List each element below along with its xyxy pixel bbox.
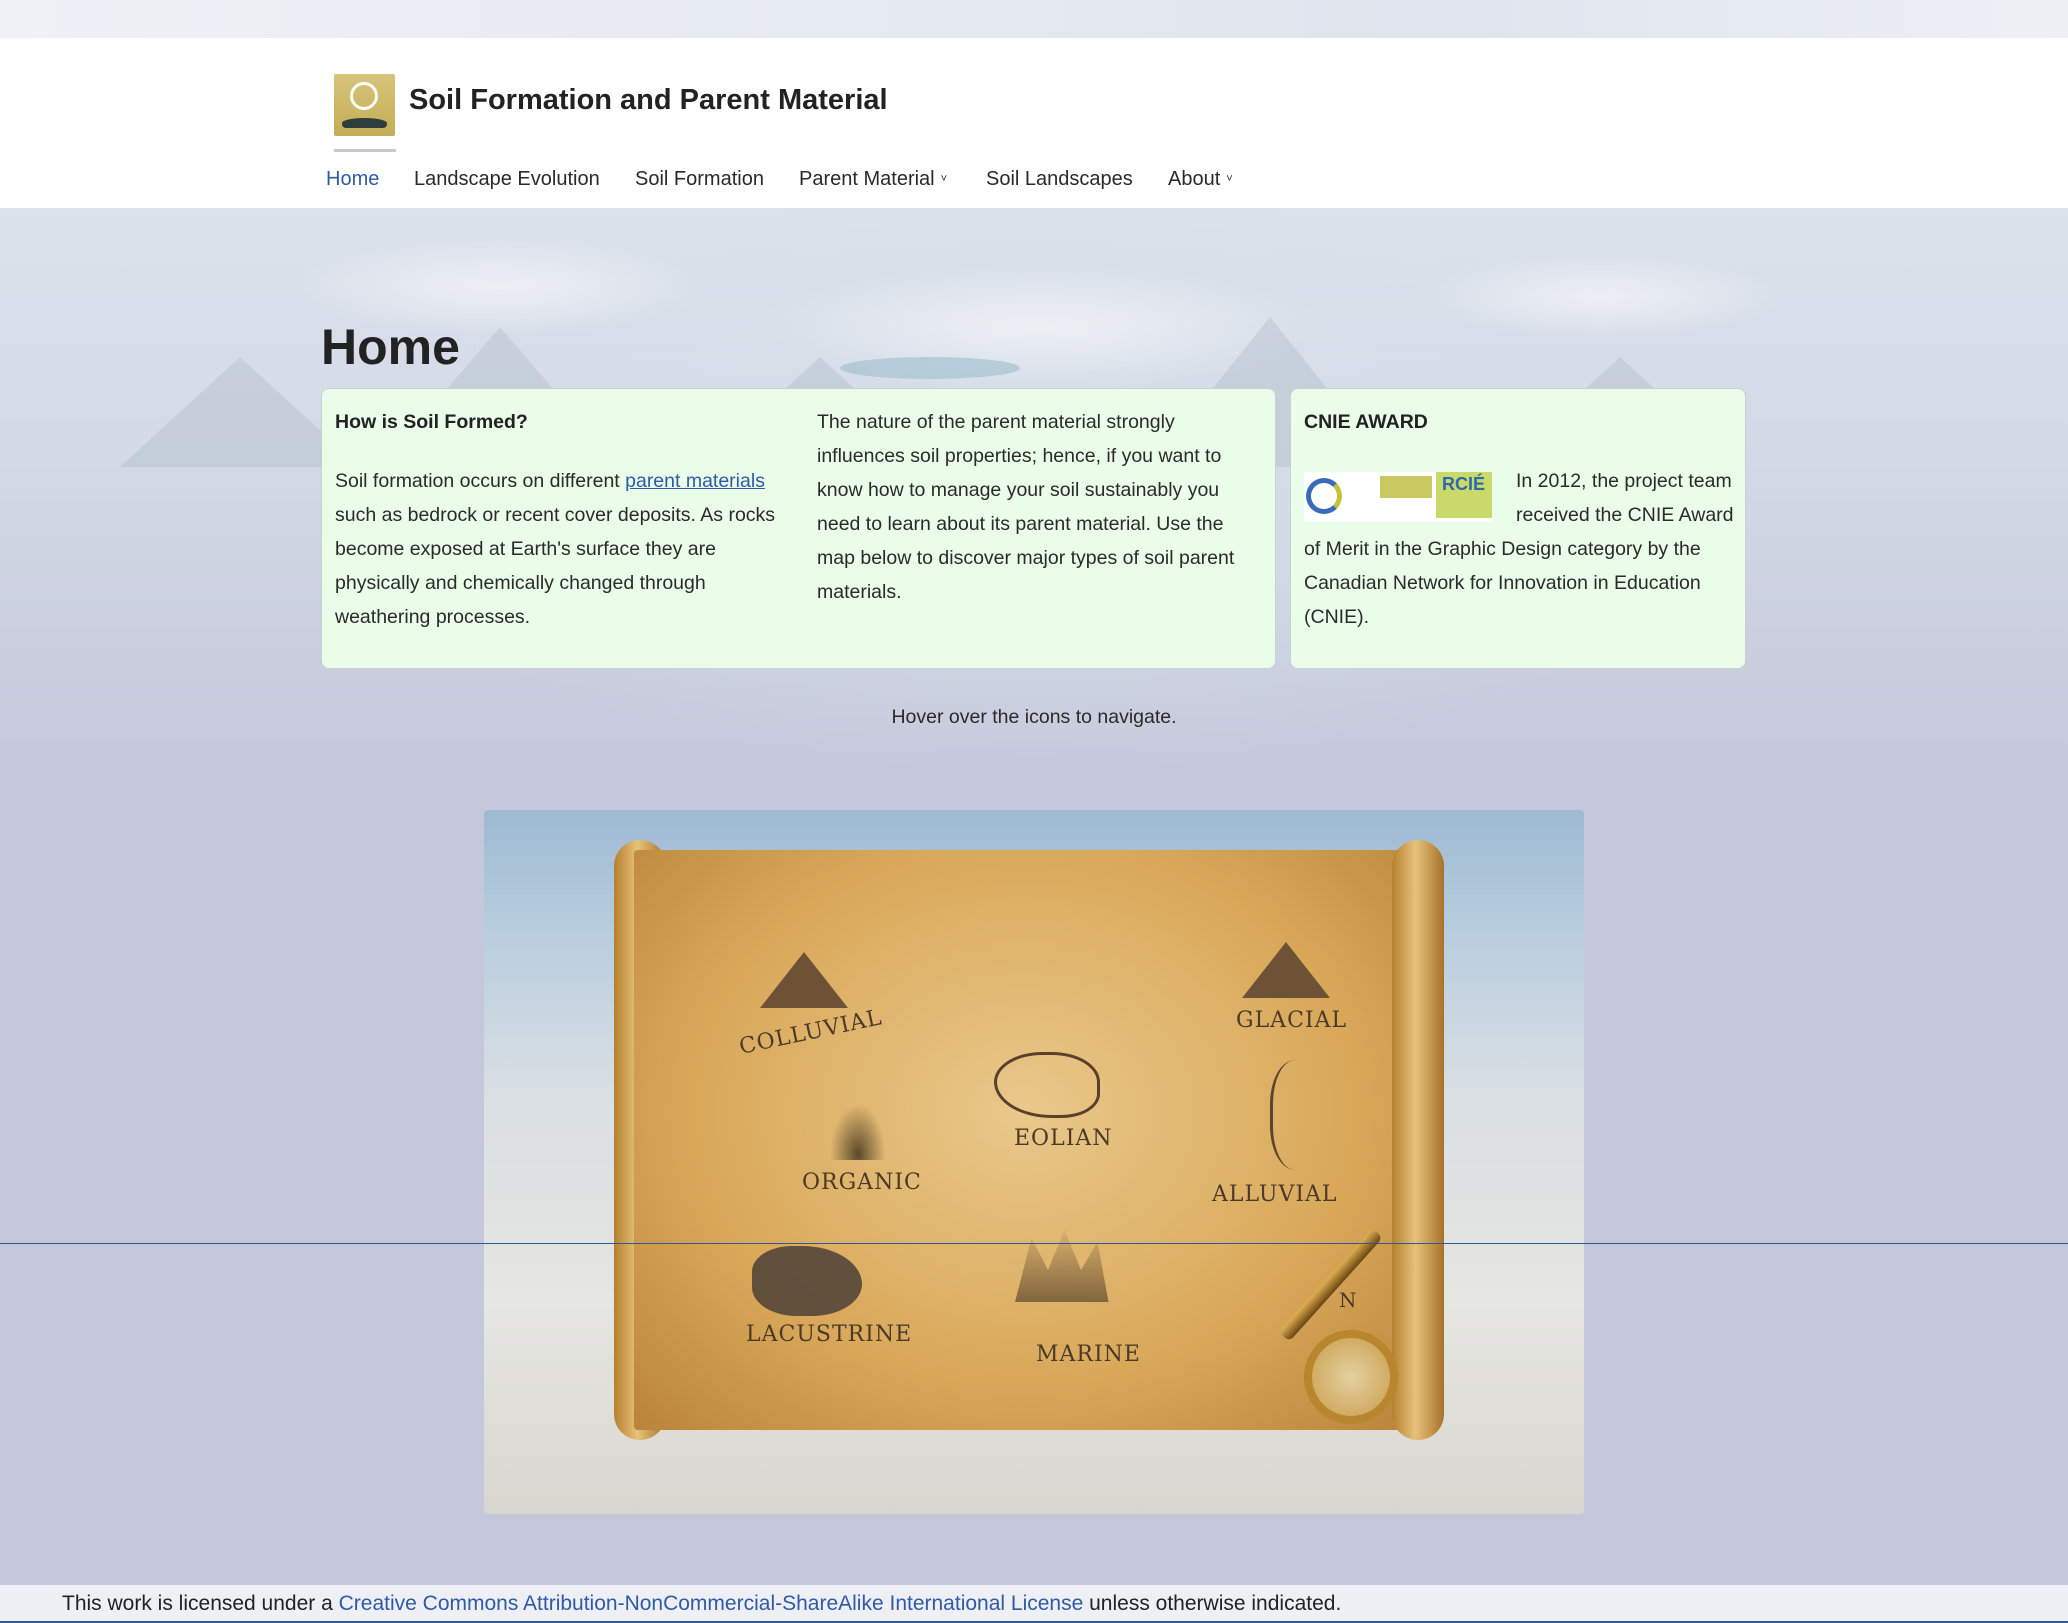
nav-label: Soil Landscapes: [986, 168, 1133, 190]
map-hint: Hover over the icons to navigate.: [891, 706, 1177, 728]
lake-shape: [840, 357, 1020, 379]
license-text: This work is licensed under a Creative C…: [62, 1585, 1341, 1623]
license-text-after: unless otherwise indicated.: [1083, 1592, 1342, 1615]
cnie-wordmark: [1380, 476, 1432, 498]
nav-item-home[interactable]: Home: [326, 168, 379, 191]
chevron-down-icon: ˅: [1226, 173, 1233, 185]
intro-heading: How is Soil Formed?: [335, 411, 528, 433]
rcie-text: RCIÉ: [1442, 474, 1486, 494]
nav-item-about[interactable]: About ˅: [1168, 168, 1233, 191]
map-label-marine[interactable]: MARINE: [1036, 1342, 1141, 1367]
glacial-mountain-icon[interactable]: [1242, 942, 1330, 998]
nav-item-soil-formation[interactable]: Soil Formation: [635, 168, 764, 191]
parent-material-map: COLLUVIAL GLACIAL EOLIAN ORGANIC ALLUVIA…: [484, 810, 1584, 1514]
rcie-wordmark: RCIÉ: [1436, 472, 1492, 518]
parent-materials-link[interactable]: parent materials: [625, 470, 765, 492]
nav-label: About: [1168, 168, 1221, 190]
nav-item-parent-material[interactable]: Parent Material ˅: [799, 168, 947, 191]
intro-card: How is Soil Formed? Soil formation occur…: [321, 388, 1276, 669]
intro-paragraph-1: Soil formation occurs on different paren…: [335, 464, 785, 634]
alluvial-river-icon[interactable]: [1270, 1060, 1333, 1170]
map-label-alluvial[interactable]: ALLUVIAL: [1212, 1182, 1338, 1207]
cnie-logo: RCIÉ: [1304, 472, 1492, 522]
logo-caption: [334, 149, 396, 152]
horizontal-rule: [0, 1243, 2068, 1244]
site-logo[interactable]: [334, 74, 395, 136]
award-body: RCIÉ In 2012, the project team received …: [1304, 464, 1734, 634]
nav-item-landscape-evolution[interactable]: Landscape Evolution: [414, 168, 600, 191]
nav-label: Soil Formation: [635, 168, 764, 190]
scroll-roll-right: [1392, 840, 1444, 1440]
sun-icon: [350, 82, 378, 110]
award-card: CNIE AWARD RCIÉ In 2012, the project tea…: [1290, 388, 1746, 669]
site-header: Soil Formation and Parent Material Home …: [0, 38, 2068, 208]
map-label-glacial[interactable]: GLACIAL: [1236, 1008, 1347, 1033]
top-background-strip: [0, 0, 2068, 38]
ground-icon: [342, 118, 387, 128]
chevron-down-icon: ˅: [940, 173, 948, 185]
intro-paragraph-2: The nature of the parent material strong…: [817, 411, 1235, 603]
award-column: CNIE AWARD RCIÉ In 2012, the project tea…: [1304, 405, 1734, 634]
license-text-before: This work is licensed under a: [62, 1592, 339, 1615]
compass-icon: [1304, 1330, 1398, 1424]
cnie-mark-icon: [1306, 478, 1342, 514]
page-title: Home: [321, 319, 460, 375]
organic-plant-icon[interactable]: [828, 1100, 888, 1160]
intro-column-left: How is Soil Formed? Soil formation occur…: [335, 405, 785, 634]
map-label-organic[interactable]: ORGANIC: [802, 1170, 922, 1195]
nav-label: Home: [326, 168, 380, 190]
nav-label: Landscape Evolution: [414, 168, 600, 190]
site-title[interactable]: Soil Formation and Parent Material: [409, 84, 888, 117]
nav-item-soil-landscapes[interactable]: Soil Landscapes: [986, 168, 1133, 191]
nav-label: Parent Material: [799, 168, 935, 190]
license-footer: This work is licensed under a Creative C…: [0, 1585, 2068, 1623]
license-link[interactable]: Creative Commons Attribution-NonCommerci…: [339, 1592, 1084, 1615]
map-label-eolian[interactable]: EOLIAN: [1014, 1126, 1113, 1151]
intro-column-right: The nature of the parent material strong…: [817, 405, 1257, 609]
intro-text: Soil formation occurs on different: [335, 470, 626, 492]
compass-north-label: N: [1339, 1288, 1357, 1312]
colluvial-mountain-icon[interactable]: [760, 952, 848, 1008]
intro-text: such as bedrock or recent cover deposits…: [335, 504, 776, 628]
map-label-lacustrine[interactable]: LACUSTRINE: [746, 1322, 912, 1347]
award-heading: CNIE AWARD: [1304, 411, 1428, 433]
